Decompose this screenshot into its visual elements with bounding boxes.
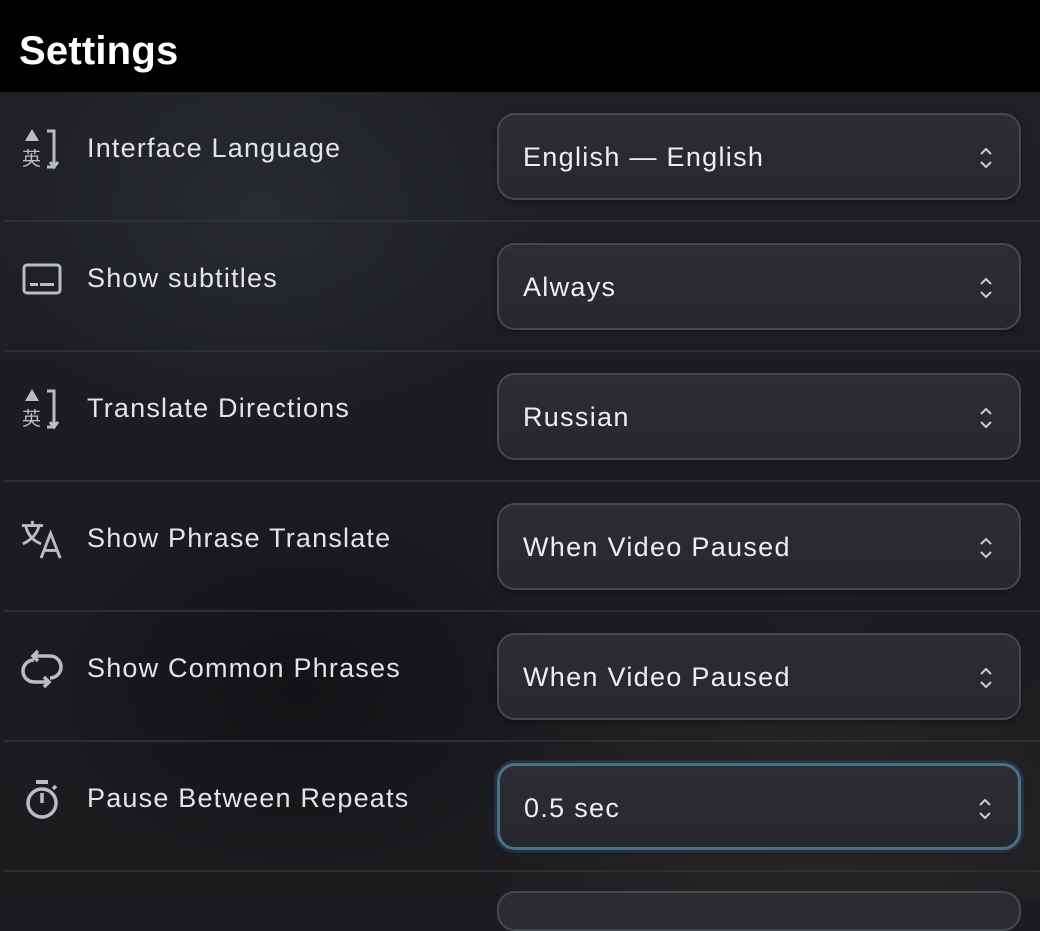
- pause-between-repeats-select[interactable]: 0.5 sec: [497, 763, 1021, 850]
- select-value: English — English: [523, 142, 765, 172]
- select-value: When Video Paused: [523, 532, 791, 562]
- settings-header: Settings: [0, 0, 1040, 92]
- repeat-icon: [20, 647, 64, 691]
- row-divider: [4, 870, 1040, 872]
- setting-label: Interface Language: [87, 133, 342, 163]
- chevron-updown-icon: [980, 147, 992, 169]
- partially-visible-select[interactable]: [497, 891, 1021, 931]
- select-value: Always: [523, 272, 617, 302]
- setting-label: Translate Directions: [87, 393, 351, 423]
- setting-row-translate-directions: 英 Translate Directions Russian: [0, 352, 1040, 482]
- chevron-updown-icon: [979, 798, 991, 820]
- svg-text:英: 英: [22, 408, 41, 430]
- chevron-updown-icon: [980, 277, 992, 299]
- translate-direction-icon: 英: [20, 127, 64, 171]
- setting-row-show-common-phrases: Show Common Phrases When Video Paused: [0, 612, 1040, 742]
- setting-label: Show Common Phrases: [87, 653, 401, 683]
- setting-row-interface-language: 英 Interface Language English — English: [0, 92, 1040, 222]
- chevron-updown-icon: [980, 537, 992, 559]
- chevron-updown-icon: [980, 667, 992, 689]
- select-value: Russian: [523, 402, 630, 432]
- setting-row-pause-between-repeats: Pause Between Repeats 0.5 sec: [0, 742, 1040, 872]
- setting-label: Pause Between Repeats: [87, 783, 410, 813]
- setting-row-show-subtitles: Show subtitles Always: [0, 222, 1040, 352]
- timer-icon: [20, 777, 64, 821]
- show-phrase-translate-select[interactable]: When Video Paused: [497, 503, 1021, 590]
- translate-direction-icon: 英: [20, 387, 64, 431]
- translate-icon: [20, 517, 64, 561]
- setting-row-show-phrase-translate: Show Phrase Translate When Video Paused: [0, 482, 1040, 612]
- show-subtitles-select[interactable]: Always: [497, 243, 1021, 330]
- select-value: 0.5 sec: [524, 793, 621, 823]
- show-common-phrases-select[interactable]: When Video Paused: [497, 633, 1021, 720]
- settings-panel: 英 Interface Language English — English S…: [0, 92, 1040, 900]
- subtitles-icon: [20, 257, 64, 301]
- setting-label: Show Phrase Translate: [87, 523, 392, 553]
- page-title: Settings: [19, 29, 179, 73]
- select-value: When Video Paused: [523, 662, 791, 692]
- interface-language-select[interactable]: English — English: [497, 113, 1021, 200]
- translate-directions-select[interactable]: Russian: [497, 373, 1021, 460]
- chevron-updown-icon: [980, 407, 992, 429]
- svg-text:英: 英: [22, 148, 41, 170]
- setting-label: Show subtitles: [87, 263, 278, 293]
